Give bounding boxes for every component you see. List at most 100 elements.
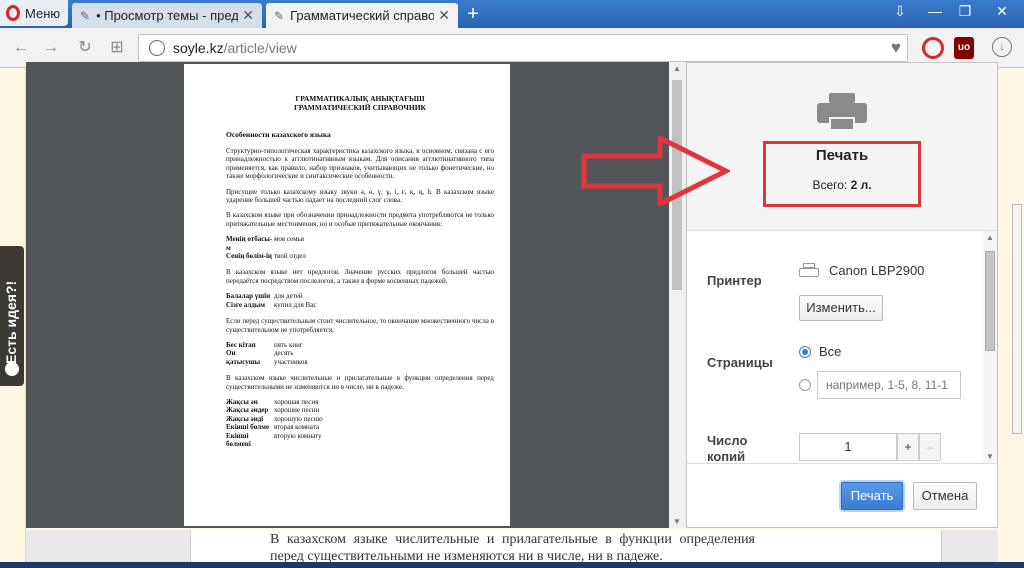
tab-title: • Просмотр темы - предл [96,8,239,23]
address-path: /article/view [223,40,297,56]
cancel-button[interactable]: Отмена [913,482,977,510]
example-kz: Он [226,349,236,358]
doc-paragraph: В казахском языке числительные и прилага… [226,374,494,391]
example-ru: десять [274,349,294,358]
close-icon[interactable]: ✕ [242,7,254,24]
example-row: қатысушы участников [226,358,494,366]
example-row: Бес кітап пять книг [226,341,494,349]
scroll-up-icon[interactable]: ▲ [673,64,681,73]
example-row: Жақсы әндер хорошие песни [226,406,494,414]
article-text: В казахском языке числительные и прилага… [270,532,755,564]
example-row: Жақсы әнді хорошую песню [226,415,494,423]
page-icon: ✎ [274,8,285,23]
example-row: Сізге алдым купил для Вас [226,301,494,309]
example-kz: Сізге алдым [226,300,266,309]
example-ru: хорошая песня [274,397,319,406]
change-printer-button[interactable]: Изменить... [799,295,883,321]
ublock-extension-icon[interactable]: uo [954,37,974,59]
copies-decrement-button[interactable]: – [919,433,941,461]
speed-dial-icon[interactable]: ⊞ [106,37,128,59]
print-button[interactable]: Печать [841,482,903,510]
example-list: Жақсы ән хорошая песня Жақсы әндер хорошие… [226,398,494,448]
example-ru: моя семья [274,235,304,244]
copies-label-2: копий [707,449,746,463]
tab-menu-icon[interactable]: ⇩ [888,0,912,22]
close-icon[interactable]: ✕ [438,7,450,24]
opera-logo-icon [6,5,20,21]
annotation-arrow-icon [581,136,730,206]
example-kz: қатысушы [226,357,261,366]
maximize-button[interactable]: ❐ [952,0,978,22]
forward-icon[interactable]: → [40,37,62,59]
pages-range-input[interactable] [817,371,961,399]
example-kz: Бес кітап [226,340,256,349]
page-scrollbar[interactable] [1012,204,1022,434]
address-bar[interactable]: soyle.kz /article/view ♥ [138,34,908,62]
tab-title: Грамматический справоч [290,8,435,23]
settings-scrollbar[interactable]: ▲ ▼ [983,231,997,463]
example-list: Бес кітап пять книг Он десять қатысушы учас… [226,341,494,366]
example-list: Балалар үшін для детей Сізге алдым купил д… [226,292,494,309]
vpn-extension-icon[interactable] [922,37,944,59]
doc-paragraph: Структурно-типологическая характеристика… [226,147,494,181]
pages-all-radio[interactable] [799,346,811,358]
preview-sheet: ГРАММАТИКАЛЫҚ АНЫҚТАҒЫШ ГРАММАТИЧЕСКИЙ С… [184,64,510,526]
back-icon[interactable]: ← [10,37,32,59]
scroll-up-icon[interactable]: ▲ [986,233,994,242]
example-ru: хорошие песни [274,406,320,415]
example-kz: Жақсы ән [226,397,258,406]
tab-grammar-reference[interactable]: ✎ Грамматический справоч ✕ [266,3,458,28]
printer-name: Canon LBP2900 [829,263,925,278]
annotation-highlight-box [763,141,921,207]
copies-label: Число [707,433,748,448]
example-row: Сенің бөлім-ің твой отдел [226,252,494,260]
scroll-down-icon[interactable]: ▼ [986,452,994,461]
doc-paragraph: В казахском языке при обозначении принад… [226,211,494,228]
doc-paragraph: Присущие только казахскому языку звуки ә… [226,187,494,205]
new-tab-button[interactable]: + [462,3,484,25]
example-ru: вторую комнату [274,431,322,440]
download-icon[interactable]: ↓ [992,37,1012,57]
heart-icon[interactable]: ♥ [891,38,901,58]
example-row: Екінші бөлмені вторую комнату [226,432,494,449]
close-window-button[interactable]: ✕ [984,0,1020,22]
print-dialog: Печать Всего: 2 л. Принтер Canon LBP2900… [686,62,998,528]
printer-label: Принтер [707,273,762,288]
print-header: Печать Всего: 2 л. [687,63,997,231]
example-ru: твой отдел [274,252,306,261]
tab-strip: Меню ✎ • Просмотр темы - предл ✕ ✎ Грамм… [0,0,1024,28]
print-footer: Печать Отмена [687,463,997,527]
print-settings: Принтер Canon LBP2900 Изменить... Страни… [687,231,997,463]
example-kz: Балалар үшін [226,292,271,301]
minimize-button[interactable]: — [922,0,948,22]
example-row: Балалар үшін для детей [226,292,494,300]
example-row: Екінші бөлме вторая комната [226,423,494,431]
example-kz: Екінші бөлмені [226,431,251,448]
copies-input[interactable]: 1 [799,433,897,461]
reload-icon[interactable]: ↻ [74,37,96,59]
example-ru: для детей [274,292,303,301]
scroll-down-icon[interactable]: ▼ [673,517,681,526]
example-list: Менің отбасы-м моя семья Сенің бөлім-ің тв… [226,235,494,260]
example-kz: Жақсы әнді [226,414,264,423]
feedback-side-tab[interactable]: Есть идея?! [0,246,24,386]
example-kz: Жақсы әндер [226,406,269,415]
opera-menu-button[interactable]: Меню [0,0,68,26]
feedback-label: Есть идея?! [3,280,19,364]
pages-custom-radio[interactable] [799,379,811,391]
example-row: Жақсы ән хорошая песня [226,398,494,406]
globe-icon [149,40,165,56]
copies-increment-button[interactable]: + [897,433,919,461]
preview-scrollbar[interactable]: ▲ ▼ [669,62,686,528]
page-icon: ✎ [80,8,91,23]
settings-scroll-thumb[interactable] [985,251,995,351]
tab-forum-topic[interactable]: ✎ • Просмотр темы - предл ✕ [72,3,262,28]
example-ru: участников [274,357,308,366]
menu-label: Меню [25,5,61,21]
example-ru: пять книг [274,340,303,349]
example-ru: вторая комната [274,423,319,432]
address-host: soyle.kz [173,40,224,56]
pages-label: Страницы [707,355,773,370]
example-kz: Сенің бөлім-ің [226,252,272,261]
doc-paragraph: В казахском языке нет предлогов. Значени… [226,268,494,285]
